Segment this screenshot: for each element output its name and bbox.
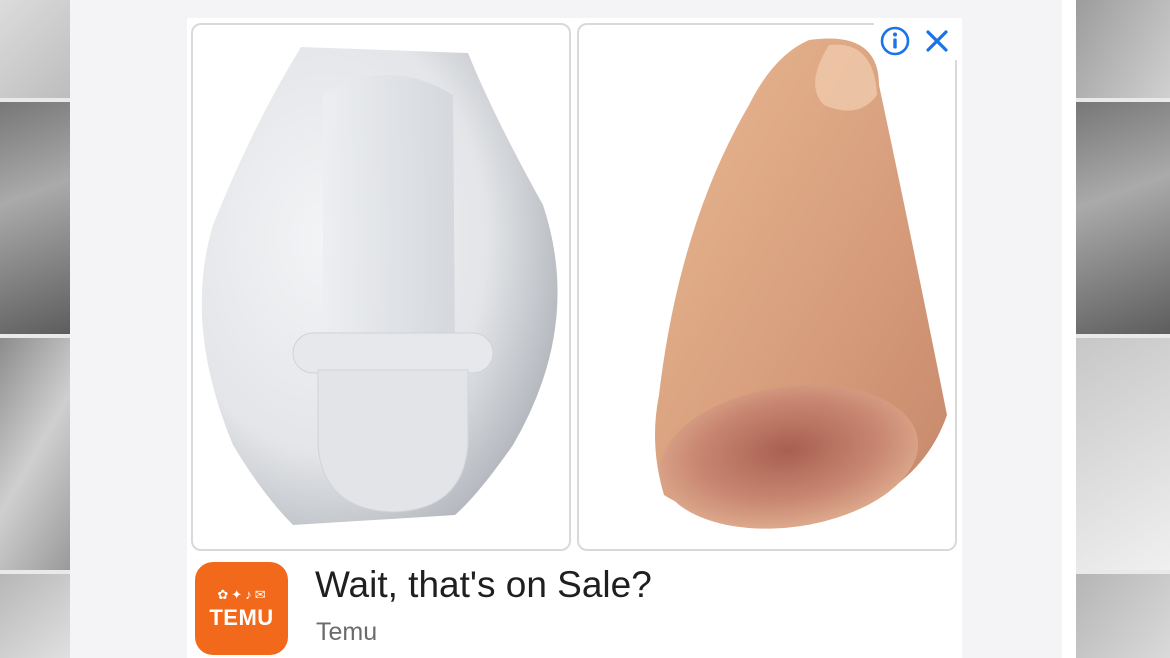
close-icon[interactable] [920,24,954,58]
background-thumbnail [0,574,70,658]
left-background-column [0,0,70,658]
info-icon[interactable] [878,24,912,58]
background-thumbnail [1076,102,1170,334]
ad-footer[interactable]: ✿ ✦ ♪ ✉ TEMU Wait, that's on Sale? Temu [187,558,962,658]
background-thumbnail [1076,338,1170,570]
divider [1062,0,1076,658]
skin-sleeve-image [655,38,947,529]
ad-controls [874,22,958,60]
background-thumbnail [0,102,70,334]
temu-logo-text: TEMU [209,604,274,630]
temu-logo[interactable]: ✿ ✦ ♪ ✉ TEMU [195,562,288,655]
ad-image-left[interactable] [191,23,571,551]
background-thumbnail [0,0,70,98]
background-thumbnail [1076,574,1170,658]
ad-card[interactable]: ✿ ✦ ♪ ✉ TEMU Wait, that's on Sale? Temu [187,18,962,658]
ad-advertiser[interactable]: Temu [316,618,377,647]
ad-headline[interactable]: Wait, that's on Sale? [315,564,652,606]
temu-logo-glyphs: ✿ ✦ ♪ ✉ [217,586,266,602]
white-foam-pad-image [201,47,558,525]
background-thumbnail [0,338,70,570]
background-thumbnail [1076,0,1170,98]
right-background-column [1076,0,1170,658]
ad-image-right[interactable] [577,23,957,551]
